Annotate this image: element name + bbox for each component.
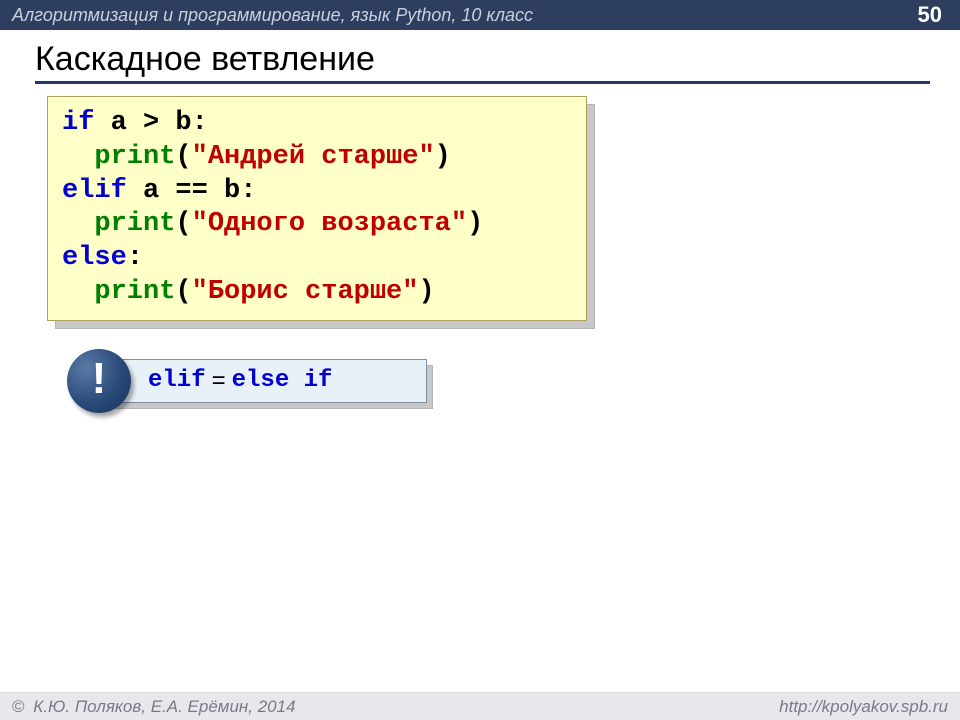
code-box: if a > b: print("Андрей старше") elif a … <box>47 96 587 321</box>
code-text: a == b: <box>127 176 257 206</box>
exclamation-mark: ! <box>92 354 107 404</box>
header-course: Алгоритмизация и программирование, язык … <box>12 5 533 26</box>
code-block: if a > b: print("Андрей старше") elif a … <box>47 96 587 321</box>
code-indent <box>62 277 94 307</box>
note-box: elif = else if <box>97 359 427 403</box>
note-else: else <box>232 367 290 394</box>
slide-title: Каскадное ветвление <box>35 40 930 84</box>
page-number: 50 <box>918 2 942 28</box>
footer-copyright: © К.Ю. Поляков, Е.А. Ерёмин, 2014 <box>12 697 296 717</box>
code-text: : <box>127 243 143 273</box>
string-literal: "Борис старше" <box>192 277 419 307</box>
code-indent <box>62 142 94 172</box>
copyright-text: К.Ю. Поляков, Е.А. Ерёмин, 2014 <box>33 697 295 716</box>
note-space <box>289 367 303 394</box>
string-literal: "Андрей старше" <box>192 142 435 172</box>
func-print: print <box>94 277 175 307</box>
paren: ) <box>435 142 451 172</box>
paren: ) <box>418 277 434 307</box>
attention-icon: ! <box>67 349 131 413</box>
slide-content: Каскадное ветвление if a > b: print("Анд… <box>0 30 960 409</box>
copyright-icon: © <box>12 697 25 716</box>
paren: ( <box>175 209 191 239</box>
paren: ( <box>175 277 191 307</box>
code-text: a > b: <box>94 108 207 138</box>
keyword-if: if <box>62 108 94 138</box>
func-print: print <box>94 209 175 239</box>
footer-url: http://kpolyakov.spb.ru <box>779 697 948 717</box>
paren: ) <box>467 209 483 239</box>
note-elif: elif <box>148 367 206 394</box>
keyword-else: else <box>62 243 127 273</box>
header-bar: Алгоритмизация и программирование, язык … <box>0 0 960 30</box>
paren: ( <box>175 142 191 172</box>
keyword-elif: elif <box>62 176 127 206</box>
string-literal: "Одного возраста" <box>192 209 467 239</box>
note-if: if <box>304 367 333 394</box>
footer-bar: © К.Ю. Поляков, Е.А. Ерёмин, 2014 http:/… <box>0 692 960 720</box>
code-indent <box>62 209 94 239</box>
func-print: print <box>94 142 175 172</box>
note-block: elif = else if ! <box>97 359 427 409</box>
note-equals: = <box>206 367 232 395</box>
